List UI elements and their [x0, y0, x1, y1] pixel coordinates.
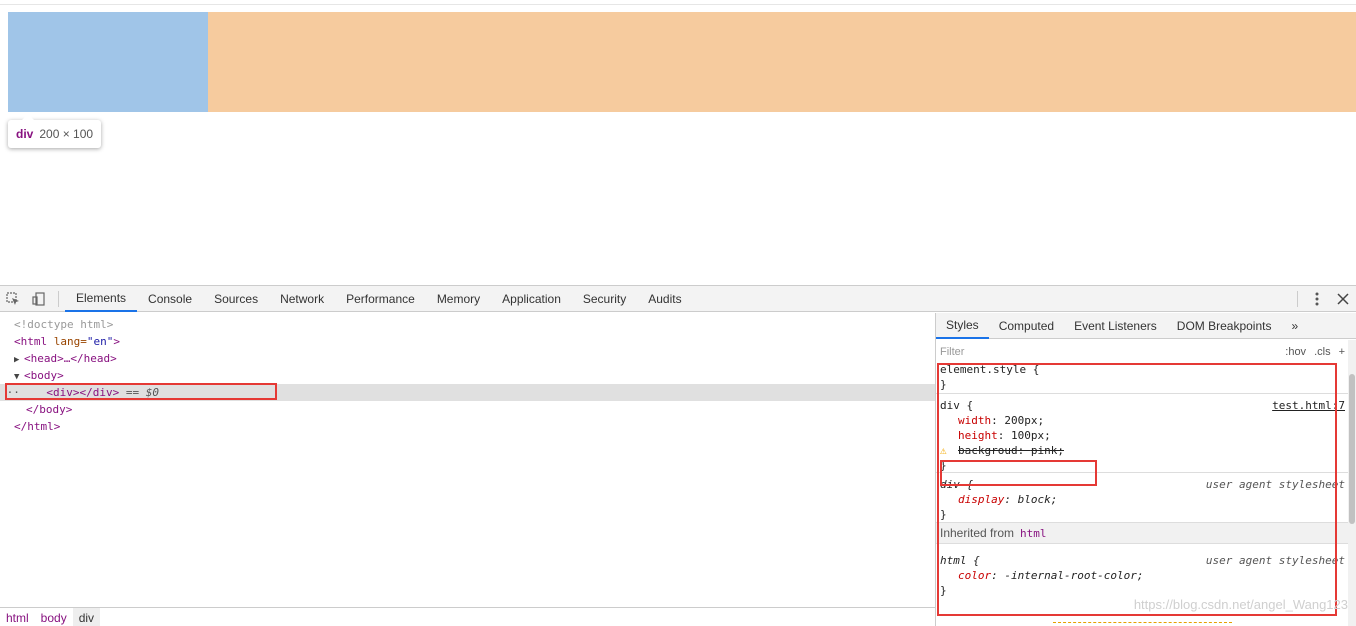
dom-html-close[interactable]: </html>	[14, 418, 949, 435]
devtools-panel: Elements Console Sources Network Perform…	[0, 285, 1356, 626]
tooltip-tag: div	[16, 127, 34, 141]
toolbar-separator	[1297, 291, 1298, 307]
div-margin-highlight	[208, 12, 1356, 112]
divider	[0, 4, 1356, 5]
watermark: https://blog.csdn.net/angel_Wang123	[1133, 597, 1348, 612]
scrollbar-thumb[interactable]	[1349, 374, 1355, 524]
dom-doctype[interactable]: <!doctype html>	[14, 316, 949, 333]
elements-tree: <!doctype html> <html lang="en"> ▶ <head>…	[0, 313, 935, 607]
tab-computed[interactable]: Computed	[989, 313, 1064, 339]
html-attr-value: "en"	[86, 335, 114, 348]
breadcrumb: html body div	[0, 607, 935, 626]
dashed-outline	[1053, 622, 1232, 626]
annotation-box-property	[940, 460, 1097, 486]
html-attr: lang=	[47, 335, 87, 348]
tab-console[interactable]: Console	[137, 286, 203, 312]
dom-html-open[interactable]: <html lang="en">	[14, 333, 949, 350]
device-toolbar-icon[interactable]	[26, 286, 52, 312]
tab-network[interactable]: Network	[269, 286, 335, 312]
annotation-box-styles	[937, 363, 1337, 616]
toolbar-separator	[58, 290, 59, 307]
dom-body-close[interactable]: </body>	[26, 401, 961, 418]
tab-memory[interactable]: Memory	[426, 286, 491, 312]
tab-audits[interactable]: Audits	[637, 286, 692, 312]
inspect-element-icon[interactable]	[0, 286, 26, 312]
hov-toggle[interactable]: :hov	[1285, 345, 1306, 360]
styles-tabs: Styles Computed Event Listeners DOM Brea…	[936, 313, 1356, 339]
tab-elements[interactable]: Elements	[65, 286, 138, 312]
tab-event-listeners[interactable]: Event Listeners	[1064, 313, 1167, 339]
tab-dom-breakpoints[interactable]: DOM Breakpoints	[1167, 313, 1282, 339]
filter-input[interactable]: Filter	[940, 345, 1277, 360]
toolbar-right	[1291, 286, 1356, 312]
breadcrumb-html[interactable]: html	[0, 608, 35, 626]
highlighted-div[interactable]	[8, 12, 208, 112]
tab-performance[interactable]: Performance	[335, 286, 426, 312]
devtools-toolbar: Elements Console Sources Network Perform…	[0, 286, 1356, 312]
cls-toggle[interactable]: .cls	[1314, 345, 1331, 360]
tab-application[interactable]: Application	[491, 286, 572, 312]
filter-row: Filter :hov .cls +	[940, 344, 1345, 360]
tab-sources[interactable]: Sources	[203, 286, 269, 312]
screen: div 200 × 100 Elements Console Sources N…	[0, 0, 1356, 626]
close-icon[interactable]	[1330, 286, 1356, 312]
tab-security[interactable]: Security	[572, 286, 637, 312]
tooltip-dimensions: 200 × 100	[39, 127, 94, 141]
html-bracket: >	[113, 335, 120, 348]
dom-head[interactable]: ▶ <head>…</head>	[14, 350, 949, 367]
annotation-box-div	[5, 383, 277, 400]
tab-overflow-chevron[interactable]: »	[1281, 313, 1308, 339]
new-rule-button[interactable]: +	[1339, 345, 1345, 360]
tab-styles[interactable]: Styles	[936, 313, 989, 339]
dom-body-open[interactable]: ▼ <body>	[14, 367, 949, 384]
styles-scrollbar[interactable]	[1348, 340, 1356, 626]
breadcrumb-div[interactable]: div	[72, 607, 101, 626]
tooltip-arrow	[22, 114, 34, 120]
styles-body: Filter :hov .cls + element.style { } div…	[936, 340, 1349, 626]
page-viewport: div 200 × 100	[0, 0, 1356, 285]
more-vertical-icon[interactable]	[1304, 286, 1330, 312]
html-tag: <html	[14, 335, 48, 348]
body-tag: <body>	[24, 369, 64, 382]
head-tag: <head>…</head>	[24, 352, 117, 365]
element-tooltip: div 200 × 100	[8, 114, 102, 148]
breadcrumb-body[interactable]: body	[35, 608, 73, 626]
styles-pane: Styles Computed Event Listeners DOM Brea…	[935, 313, 1356, 626]
